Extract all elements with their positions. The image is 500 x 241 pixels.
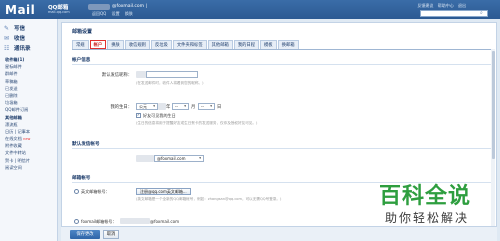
folder-subscriptions[interactable]: QQ邮件订阅 xyxy=(5,107,57,114)
link-help[interactable]: 帮助中心 xyxy=(438,3,454,8)
tab-account[interactable]: 帐户 xyxy=(89,40,107,49)
settings-tabs: 常规 帐户 换肤 收信规则 反垃圾 文件夹和标签 其他邮箱 我的日程 模板 换邮… xyxy=(72,40,492,50)
english-account-label: 英文邮箱帐号： xyxy=(81,189,110,194)
top-header: Mail QQ邮箱 mail.qq.com @foxmail.com | 返回Q… xyxy=(0,0,500,19)
account-name-redacted xyxy=(88,4,110,10)
tab-rules[interactable]: 收信规则 xyxy=(124,40,150,49)
sidebar-item-contacts[interactable]: ☷ 通讯录 xyxy=(4,43,57,53)
folder-drafts[interactable]: 草稿箱 xyxy=(5,79,57,86)
birth-year-redacted xyxy=(158,103,166,110)
chevron-down-icon: ▾ xyxy=(210,104,212,108)
year-unit: 年 xyxy=(166,105,171,110)
search-icon[interactable]: ⌕ xyxy=(480,10,486,16)
default-sender-section: 默认发信帐号 xyxy=(72,141,492,149)
watermark: 百科全说 助你轻松解决 xyxy=(379,178,493,234)
page-title: 邮箱设置 xyxy=(72,29,93,35)
link-feedback[interactable]: 反馈建议 xyxy=(417,3,433,8)
folder-group-mail[interactable]: 群邮件 xyxy=(5,71,57,78)
section-title-account-info: 帐户信息 xyxy=(72,57,492,65)
pencil-icon: ✎ xyxy=(4,24,10,32)
chevron-down-icon: ▾ xyxy=(184,104,186,108)
contacts-icon: ☷ xyxy=(4,44,10,52)
day-unit: 日 xyxy=(217,105,222,110)
sender-redacted xyxy=(136,155,154,162)
chevron-down-icon: ▾ xyxy=(199,156,201,160)
sidebar-item-compose[interactable]: ✎ 写信 xyxy=(4,23,57,33)
mail-search-input[interactable] xyxy=(420,10,488,17)
new-badge: new xyxy=(23,137,31,142)
logo-subtext: mail.qq.com xyxy=(48,10,70,14)
birthday-visible-label: 好友可见我的生日 xyxy=(143,113,176,118)
sidebar-item-inbox[interactable]: ✉ 收信 xyxy=(4,33,57,43)
birth-year-select[interactable]: 公元 ▾ xyxy=(136,103,158,110)
tab-general[interactable]: 常规 xyxy=(72,40,89,49)
top-right-links: 反馈建议 帮助中心 退出 xyxy=(414,3,466,9)
foxmail-account-label: foxmail邮箱帐号： xyxy=(81,219,117,224)
english-account-radio[interactable] xyxy=(74,189,79,194)
account-links: 返回QQ 设置 换肤 xyxy=(92,11,137,17)
link-settings[interactable]: 设置 xyxy=(112,11,120,16)
tab-antispam[interactable]: 反垃圾 xyxy=(150,40,172,49)
birthday-visible-checkbox[interactable]: ✓ xyxy=(136,113,141,118)
section-title-default-sender: 默认发信帐号 xyxy=(72,141,492,149)
birth-month-select[interactable]: -- ▾ xyxy=(172,103,189,110)
account-info-section: 帐户信息 xyxy=(72,57,492,65)
birthday-hint: (生日的信息将用于提醒好友或生日贺卡的发送服务，仅你及授权好友可见。) xyxy=(136,121,258,125)
month-unit: 月 xyxy=(191,105,196,110)
sidebar: ✎ 写信 ✉ 收信 ☷ 通讯录 收件箱(1) 星标邮件 群邮件 草稿箱 已发送 … xyxy=(0,19,58,241)
foxmail-account-value: @foxmail.com xyxy=(150,219,180,224)
nickname-input[interactable] xyxy=(146,71,198,78)
birth-day-select[interactable]: -- ▾ xyxy=(198,103,215,110)
folder-cards[interactable]: 贺卡 | 明信片 xyxy=(5,158,57,165)
tab-schedule[interactable]: 我的日程 xyxy=(233,40,260,49)
link-back-qq[interactable]: 返回QQ xyxy=(92,11,106,16)
nickname-label: 默认发信昵称： xyxy=(101,73,132,78)
link-skin[interactable]: 换肤 xyxy=(125,11,133,16)
tab-change-mailbox[interactable]: 换邮箱 xyxy=(277,40,299,49)
tab-templates[interactable]: 模板 xyxy=(260,40,277,49)
folder-sent[interactable]: 已发送 xyxy=(5,86,57,93)
tab-folders-labels[interactable]: 文件夹和标签 xyxy=(172,40,207,49)
folder-reading-space[interactable]: 阅读空间 xyxy=(5,165,57,172)
folder-file-transfer[interactable]: 文件中转站 xyxy=(5,150,57,157)
inbox-icon: ✉ xyxy=(4,34,10,42)
register-english-account-button[interactable]: 注册@qq.com英文邮箱... xyxy=(136,188,191,195)
scrollbar-thumb[interactable] xyxy=(491,51,495,159)
nickname-hint: (在发送邮件时，收件人将看到您的昵称。) xyxy=(136,81,204,85)
watermark-title: 百科全说 xyxy=(379,184,472,209)
folder-calendar[interactable]: 日历 | 记事本 xyxy=(5,129,57,136)
save-changes-button[interactable]: 保存更改 xyxy=(70,230,100,239)
birthday-label: 我的生日： xyxy=(110,105,132,110)
watermark-subtitle: 助你轻松解决 xyxy=(385,211,470,225)
folder-drift-bottle[interactable]: 漂流瓶 xyxy=(5,122,57,129)
mail-logo[interactable]: Mail xyxy=(5,3,35,17)
cancel-button[interactable]: 取消 xyxy=(103,230,119,239)
folder-list: 收件箱(1) 星标邮件 群邮件 草稿箱 已发送 已删除 垃圾箱 QQ邮件订阅 其… xyxy=(0,57,57,172)
english-account-hint: (英文邮箱是一个全新的QQ邮箱帐号，例如：zhangsan@qq.com，可以无… xyxy=(136,197,282,201)
chevron-down-icon: ▾ xyxy=(153,104,155,108)
default-sender-select[interactable]: @foxmail.com ▾ xyxy=(154,155,204,162)
foxmail-redacted xyxy=(120,218,150,224)
nickname-redacted xyxy=(136,71,146,78)
account-email: @foxmail.com | xyxy=(112,4,147,9)
folder-other-mailboxes[interactable]: 其他邮箱 xyxy=(5,115,57,122)
link-logout[interactable]: 退出 xyxy=(458,3,466,8)
foxmail-account-radio[interactable] xyxy=(74,219,79,224)
tab-other-mailboxes[interactable]: 其他邮箱 xyxy=(207,40,233,49)
tab-skin[interactable]: 换肤 xyxy=(107,40,124,49)
